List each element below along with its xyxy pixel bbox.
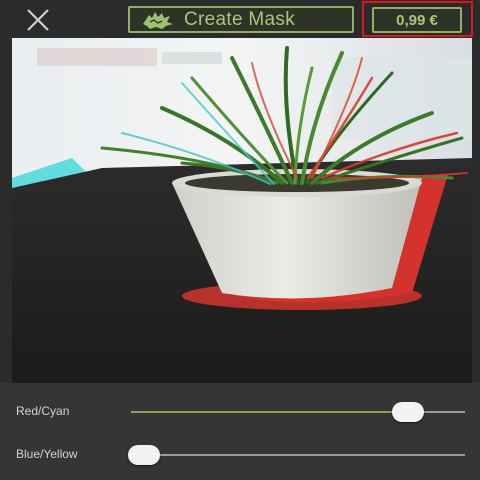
top-bar: Create Mask 0,99 € xyxy=(0,0,480,38)
color-controls: Red/Cyan Blue/Yellow xyxy=(0,383,480,480)
slider-label-red-cyan: Red/Cyan xyxy=(16,404,70,418)
slider-thumb-blue-yellow[interactable] xyxy=(128,445,161,465)
anaglyph-plant-photo xyxy=(12,38,472,383)
slider-label-blue-yellow: Blue/Yellow xyxy=(16,447,78,461)
hand-mask-icon xyxy=(143,11,173,29)
photo-preview xyxy=(12,38,472,383)
create-mask-button[interactable]: Create Mask xyxy=(128,6,354,33)
create-mask-label: Create Mask xyxy=(184,8,296,30)
close-icon[interactable] xyxy=(24,6,52,34)
price-highlight: 0,99 € xyxy=(362,1,473,37)
slider-thumb-red-cyan[interactable] xyxy=(392,402,425,422)
slider-track-blue-yellow[interactable] xyxy=(131,454,465,456)
price-button[interactable]: 0,99 € xyxy=(372,7,462,33)
